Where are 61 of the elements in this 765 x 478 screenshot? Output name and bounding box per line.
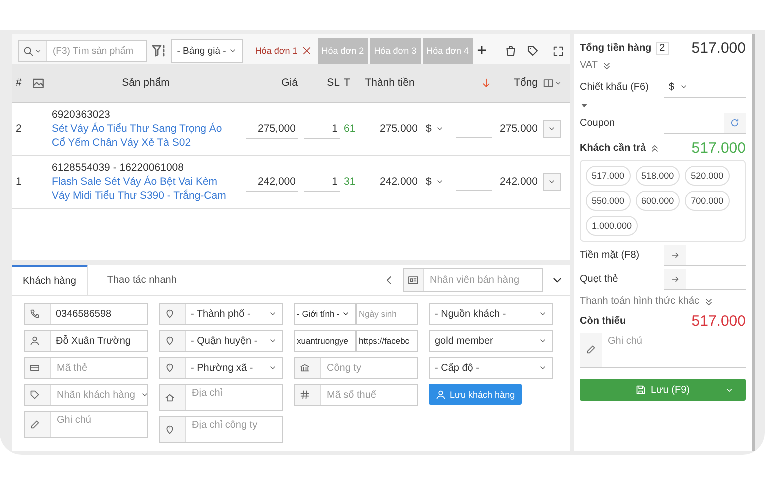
remaining-amount: 517.000 xyxy=(692,313,746,330)
column-header: Thành tiền xyxy=(364,77,416,89)
add-tab-button[interactable]: + xyxy=(477,41,487,61)
payment-label: Tiền mặt (F8) xyxy=(580,250,641,261)
text-field[interactable]: Đỗ Xuân Trường xyxy=(24,330,148,352)
dropdown[interactable]: - Cấp độ - xyxy=(429,357,553,379)
table-cell-text: 2 xyxy=(16,123,23,135)
coupon-label: Coupon xyxy=(580,118,616,129)
dropdown[interactable]: - Phường xã - xyxy=(159,357,283,379)
other-payment-toggle[interactable]: Thanh toán hình thức khác xyxy=(580,296,700,307)
column-header: Giá xyxy=(280,77,298,89)
dropdown[interactable]: - Thành phố - xyxy=(159,303,283,325)
dropdown[interactable]: - Nguồn khách - xyxy=(429,303,553,325)
quick-amount-button[interactable]: 518.000 xyxy=(636,166,680,186)
panel-tab[interactable]: Khách hàng xyxy=(12,265,88,295)
dropdown[interactable]: - Giới tính - xyxy=(294,303,356,325)
table-cell-text: 275.000 xyxy=(499,123,538,135)
amount-due: 517.000 xyxy=(692,140,746,157)
quantity-field[interactable]: 1 xyxy=(304,172,340,192)
table-cell-text: 242.000 xyxy=(379,176,418,188)
column-header: Sản phẩm xyxy=(121,77,171,89)
product-link[interactable]: Sét Váy Áo Tiểu Thư Sang Trọng Áo Cổ Yếm Chân Váy Xẻ Tà S02 xyxy=(52,122,236,150)
table-cell-text: 275.000 xyxy=(379,123,418,135)
discount-label: Chiết khấu (F6) xyxy=(580,82,650,93)
remaining-label: Còn thiếu xyxy=(580,316,626,327)
discount-unit-dropdown[interactable]: $ xyxy=(418,123,450,135)
stock-count: 31 xyxy=(343,176,357,188)
text-field[interactable]: xuantruongye xyxy=(294,330,356,352)
quick-amount-button[interactable]: 520.000 xyxy=(685,166,730,186)
price-field[interactable]: 275,000 xyxy=(246,120,298,138)
dropdown[interactable]: gold member xyxy=(429,330,553,352)
subtotal-amount: 517.000 xyxy=(692,40,746,57)
price-list-dropdown[interactable]: - Bảng giá - xyxy=(171,39,244,63)
dropdown[interactable]: - Quận huyện - xyxy=(159,330,283,352)
quantity-field[interactable]: 1 xyxy=(304,120,340,138)
discount-unit-dropdown[interactable]: $ xyxy=(418,176,450,188)
discount-field[interactable]: $ xyxy=(664,77,746,98)
text-field[interactable]: 0346586598 xyxy=(24,303,148,325)
text-field[interactable]: https://facebc xyxy=(356,330,418,352)
payment-label: Quẹt thẻ xyxy=(580,274,620,285)
column-header: T xyxy=(343,77,352,89)
quick-amount-button[interactable]: 550.000 xyxy=(586,191,631,211)
product-link[interactable]: Flash Sale Sét Váy Áo Bệt Vai Kèm Váy Midi Tiểu Thư S390 - Trắng-Cam xyxy=(52,175,236,203)
item-count: 2 xyxy=(656,42,670,55)
quick-amount-button[interactable]: 1.000.000 xyxy=(586,216,638,236)
quick-amount-button[interactable]: 600.000 xyxy=(636,191,680,211)
table-cell-text: 1 xyxy=(16,176,23,188)
stock-count: 61 xyxy=(343,123,357,135)
vat-label[interactable]: VAT xyxy=(580,60,598,71)
product-code: 6920363023 xyxy=(52,108,112,122)
price-field[interactable]: 242,000 xyxy=(246,172,298,192)
quick-amount-button[interactable]: 517.000 xyxy=(586,166,631,186)
column-header: Tổng xyxy=(513,77,538,89)
subtotal-label: Tổng tiền hàng xyxy=(580,43,652,54)
quick-amount-button[interactable]: 700.000 xyxy=(685,191,730,211)
product-code: 6128554039 - 16220061008 xyxy=(52,161,185,175)
amount-due-label: Khách cần trả xyxy=(580,143,646,154)
table-cell-text: 242.000 xyxy=(499,176,538,188)
column-header: # xyxy=(16,77,23,89)
column-header: SL xyxy=(326,77,340,89)
panel-tab[interactable]: Thao tác nhanh xyxy=(96,265,188,295)
